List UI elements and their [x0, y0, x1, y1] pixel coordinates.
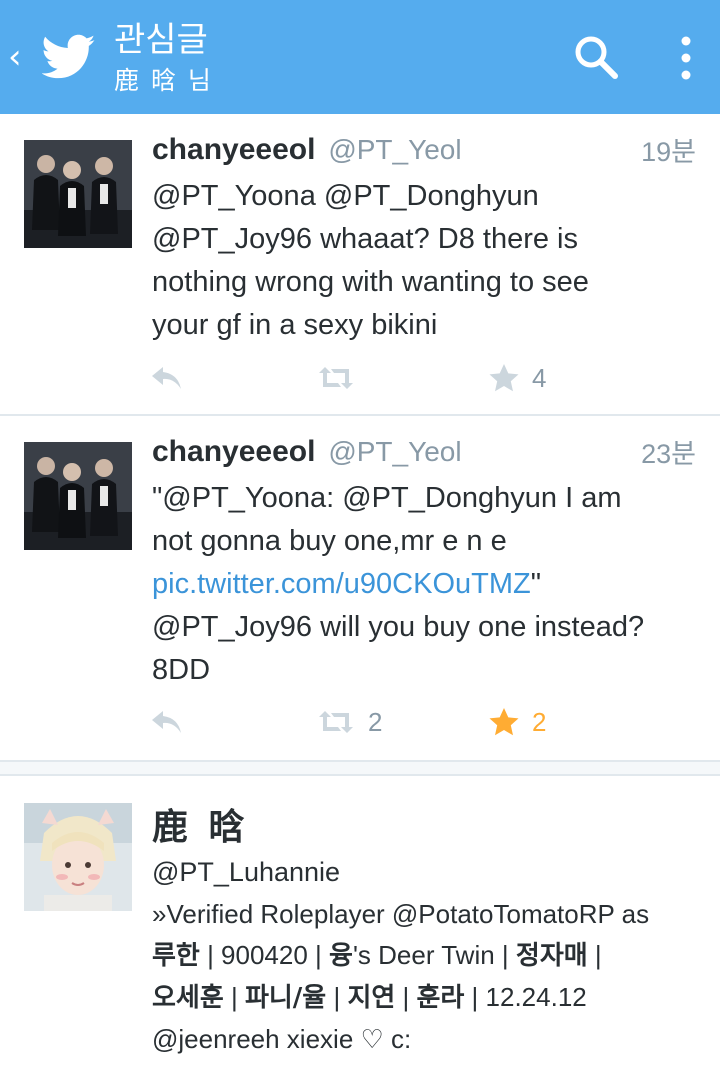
bio-line: @jeenreeh xiexie ♡ c:: [152, 1024, 412, 1054]
tweet-timestamp: 19분: [641, 137, 696, 167]
avatar[interactable]: [24, 442, 132, 550]
app-bar: ‹ 관심글 鹿 晗 님: [0, 0, 720, 114]
tweet-link[interactable]: pic.twitter.com/u90CKOuTMZ: [152, 568, 531, 600]
favorite-count: 4: [532, 362, 547, 393]
tweet-header: chanyeeeol @PT_Yeol: [152, 132, 462, 168]
profile-avatar-photo: [24, 803, 132, 911]
page-subtitle: 鹿 晗 님: [114, 66, 213, 95]
tweet-text-line: "@PT_Yoona: @PT_Donghyun I am: [152, 482, 622, 514]
favorite-button[interactable]: 2: [488, 702, 546, 742]
tweet-header: chanyeeeol @PT_Yeol: [152, 434, 462, 470]
bio-text: | 12.24.12: [464, 982, 587, 1012]
reply-button[interactable]: [150, 358, 184, 398]
tweet-text: @PT_Yoona @PT_Donghyun @PT_Joy96 whaaat?…: [152, 175, 702, 347]
section-divider: [0, 762, 720, 776]
bio-bold: 지연: [347, 983, 396, 1013]
more-vertical-icon[interactable]: [668, 34, 704, 82]
tweet-text-line: not gonna buy one,mr e n e: [152, 525, 507, 557]
avatar[interactable]: [24, 140, 132, 248]
bio-text: |: [223, 982, 245, 1012]
retweet-icon: [319, 711, 353, 733]
retweet-button[interactable]: [316, 358, 368, 398]
tweet[interactable]: chanyeeeol @PT_Yeol 19분 @PT_Yoona @PT_Do…: [0, 114, 720, 416]
tweet-text-line: 8DD: [152, 654, 211, 686]
display-name[interactable]: chanyeeeol: [152, 133, 315, 166]
profile-avatar[interactable]: [24, 803, 132, 911]
profile-card[interactable]: 鹿 晗 @PT_Luhannie »Verified Roleplayer @P…: [0, 778, 720, 1080]
star-icon: [489, 708, 519, 736]
tweet-text-fragment: ": [530, 568, 542, 600]
profile-handle[interactable]: @PT_Luhannie: [152, 854, 340, 890]
user-handle[interactable]: @PT_Yeol: [328, 134, 461, 165]
bio-bold: 루한: [152, 941, 200, 971]
bio-text: |: [395, 982, 417, 1012]
search-icon[interactable]: [573, 34, 619, 80]
bio-bold: 정자매: [515, 941, 588, 971]
avatar-photo: [24, 140, 132, 248]
chevron-left-icon[interactable]: ‹: [8, 40, 22, 74]
bio-bold: 파니/율: [244, 983, 327, 1013]
tweet-timestamp: 23분: [641, 439, 696, 469]
tweet-text-line: your gf in a sexy bikini: [152, 309, 438, 341]
favorite-count: 2: [532, 706, 547, 737]
bio-text: 's Deer Twin |: [352, 940, 516, 970]
page-title: 관심글: [114, 20, 208, 60]
avatar-photo: [24, 442, 132, 550]
user-handle[interactable]: @PT_Yeol: [328, 436, 461, 467]
profile-bio: »Verified Roleplayer @PotatoTomatoRP as …: [152, 894, 708, 1060]
tweet-text-line: pic.twitter.com/u90CKOuTMZ": [152, 563, 702, 606]
retweet-icon: [319, 367, 353, 389]
tweet-actions: 2 2: [0, 702, 720, 742]
bio-text: |: [326, 982, 348, 1012]
tweet-actions: 4: [0, 358, 720, 398]
tweet-text-line: @PT_Yoona @PT_Donghyun: [152, 180, 539, 212]
twitter-bird-icon[interactable]: [42, 34, 96, 80]
bio-line: 루한 | 900420 | 융's Deer Twin | 정자매 |: [152, 935, 708, 977]
display-name[interactable]: chanyeeeol: [152, 435, 315, 468]
reply-button[interactable]: [150, 702, 184, 742]
bio-bold: 오세훈: [152, 983, 224, 1013]
tweet-text-line: nothing wrong with wanting to see: [152, 266, 589, 298]
tweet-text-line: @PT_Joy96 will you buy one instead?: [152, 611, 645, 643]
retweet-button[interactable]: 2: [316, 702, 382, 742]
favorite-button[interactable]: 4: [488, 358, 546, 398]
reply-icon: [152, 711, 181, 733]
bio-bold: 훈라: [416, 983, 465, 1013]
tweet-text-line: @PT_Joy96 whaaat? D8 there is: [152, 223, 578, 255]
reply-icon: [152, 367, 181, 389]
bio-line: »Verified Roleplayer @PotatoTomatoRP as: [152, 899, 650, 929]
profile-name[interactable]: 鹿 晗: [152, 804, 249, 852]
tweet-text: "@PT_Yoona: @PT_Donghyun I am not gonna …: [152, 477, 702, 692]
star-icon: [489, 364, 519, 392]
retweet-count: 2: [368, 706, 383, 737]
bio-text: |: [587, 940, 602, 970]
bio-text: | 900420 |: [199, 940, 330, 970]
tweet[interactable]: chanyeeeol @PT_Yeol 23분 "@PT_Yoona: @PT_…: [0, 416, 720, 762]
bio-bold: 융: [329, 941, 353, 971]
bio-line: 오세훈 | 파니/율 | 지연 | 훈라 | 12.24.12: [152, 977, 708, 1019]
